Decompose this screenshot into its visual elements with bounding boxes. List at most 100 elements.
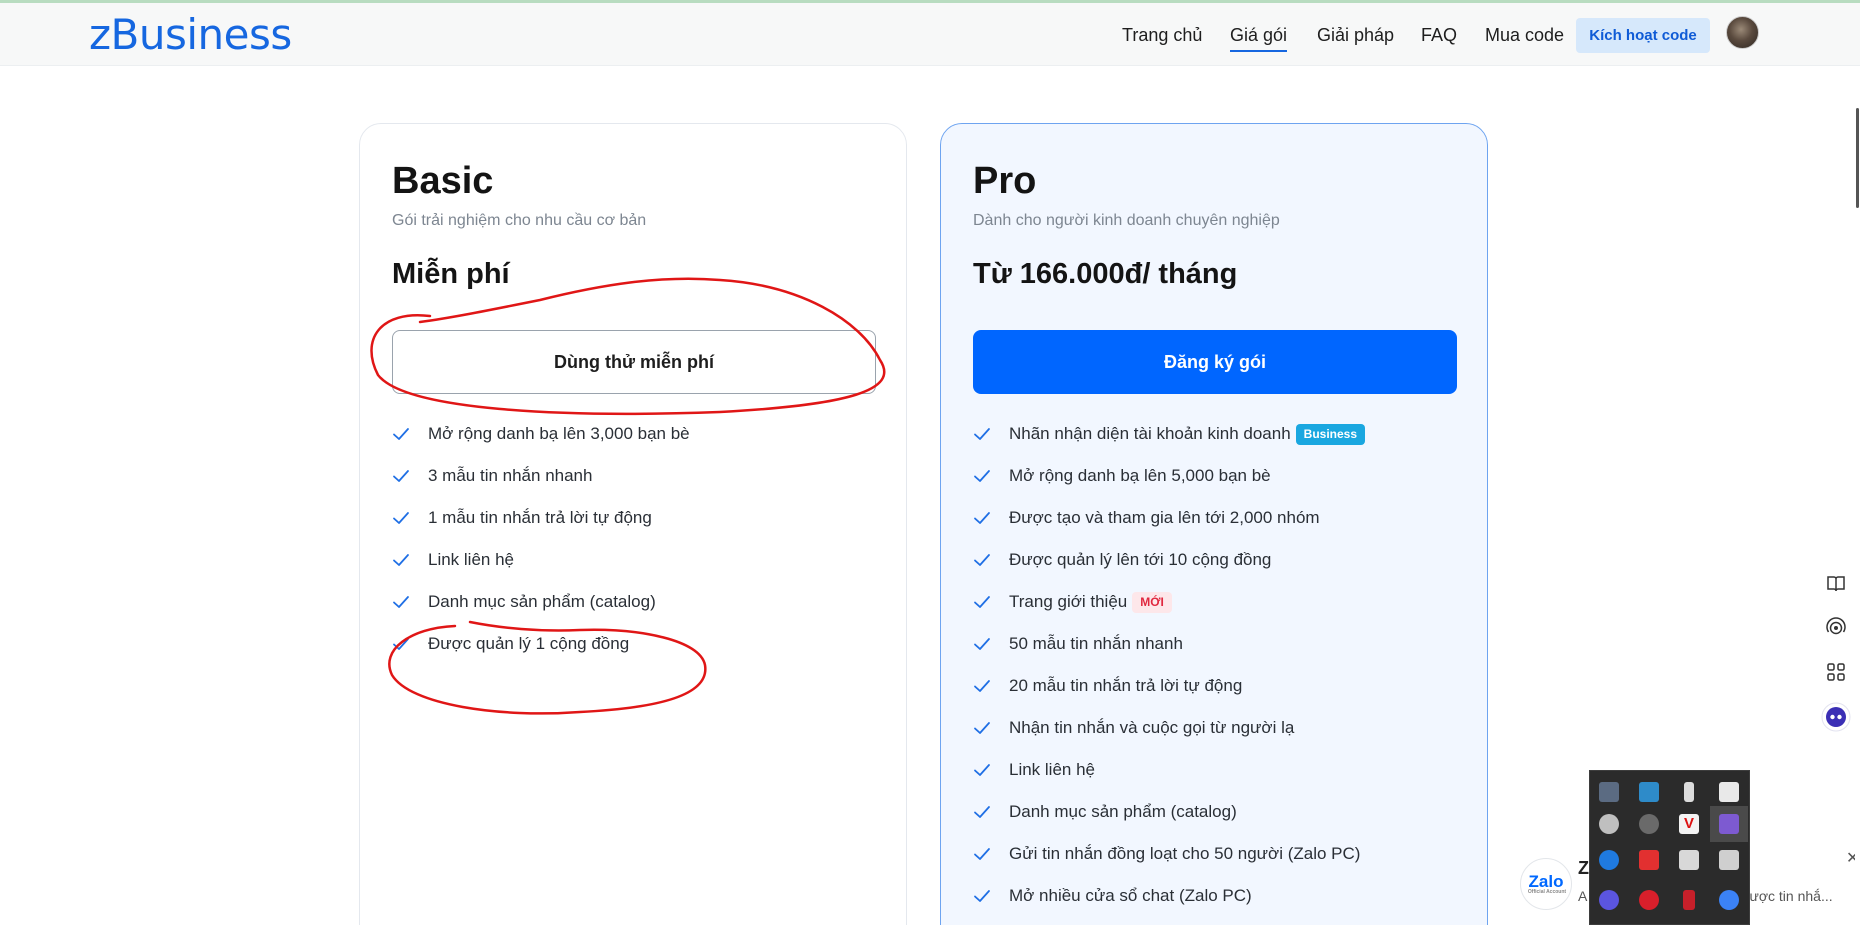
activate-code-button[interactable]: Kích hoạt code: [1576, 18, 1710, 53]
list-item: Mở rộng danh bạ lên 5,000 bạn bè: [973, 466, 1365, 508]
list-item: Mở nhiều cửa sổ chat (Zalo PC): [973, 886, 1365, 925]
check-icon: [973, 508, 1009, 528]
monitor-icon[interactable]: [1599, 782, 1619, 802]
avatar[interactable]: [1726, 16, 1759, 49]
feature-label: 20 mẫu tin nhắn trả lời tự động: [1009, 676, 1243, 695]
check-icon: [973, 634, 1009, 654]
pen-icon[interactable]: [1599, 814, 1619, 834]
feature-label: Trang giới thiệu: [1009, 592, 1128, 611]
feature-label: Nhận tin nhắn và cuộc gọi từ người lạ: [1009, 718, 1295, 737]
box-icon[interactable]: [1719, 850, 1739, 870]
plan-price: Từ 166.000đ/ tháng: [973, 258, 1238, 290]
feature-label: Danh mục sản phẩm (catalog): [428, 592, 656, 611]
feature-label: Mở rộng danh bạ lên 3,000 bạn bè: [428, 424, 690, 443]
check-icon: [973, 886, 1009, 906]
nav-buy-code[interactable]: Mua code: [1485, 25, 1564, 46]
list-item: Được quản lý lên tới 10 cộng đồng: [973, 550, 1365, 592]
plan-title: Pro: [973, 160, 1037, 202]
check-icon: [392, 508, 428, 528]
list-item: 3 mẫu tin nhắn nhanh: [392, 466, 690, 508]
grid-icon[interactable]: [1824, 660, 1848, 684]
list-item: Nhận tin nhắn và cuộc gọi từ người lạ: [973, 718, 1365, 760]
nav-faq[interactable]: FAQ: [1421, 25, 1457, 46]
site-logo[interactable]: zBusiness: [89, 10, 292, 59]
scrollbar-thumb[interactable]: [1856, 108, 1859, 208]
plan-title: Basic: [392, 160, 494, 202]
feature-label: Link liên hệ: [1009, 760, 1096, 779]
check-icon: [392, 466, 428, 486]
check-icon: [973, 550, 1009, 570]
feature-list: Mở rộng danh bạ lên 3,000 bạn bè 3 mẫu t…: [392, 424, 690, 676]
check-icon: [973, 466, 1009, 486]
check-icon: [973, 718, 1009, 738]
list-item: Nhãn nhận diện tài khoản kinh doanh Busin…: [973, 424, 1366, 466]
book-icon[interactable]: [1824, 572, 1848, 596]
list-item: Được quản lý 1 cộng đồng: [392, 634, 690, 676]
check-icon: [392, 424, 428, 444]
usb-icon[interactable]: [1684, 782, 1694, 802]
list-item: Trang giới thiệu MỚI: [973, 592, 1365, 634]
broadcast-icon[interactable]: [1824, 616, 1848, 640]
nav-pricing[interactable]: Giá gói: [1230, 25, 1288, 52]
list-item: Danh mục sản phẩm (catalog): [973, 802, 1365, 844]
list-item: Danh mục sản phẩm (catalog): [392, 592, 690, 634]
record-icon[interactable]: [1639, 850, 1659, 870]
app-blue-icon[interactable]: [1599, 850, 1619, 870]
list-item: Gửi tin nhắn đồng loạt cho 50 người (Zal…: [973, 844, 1365, 886]
cloud-off-icon[interactable]: [1639, 814, 1659, 834]
feature-label: Nhãn nhận diện tài khoản kinh doanh: [1009, 424, 1291, 443]
plan-subtitle: Dành cho người kinh doanh chuyên nghiệp: [973, 212, 1280, 229]
feature-label: 3 mẫu tin nhắn nhanh: [428, 466, 593, 485]
check-icon: [392, 634, 428, 654]
list-item: 1 mẫu tin nhắn trả lời tự động: [392, 508, 690, 550]
feature-list: Nhãn nhận diện tài khoản kinh doanh Busin…: [973, 424, 1366, 925]
feature-label: Được quản lý 1 cộng đồng: [428, 634, 630, 653]
chat-red-icon[interactable]: [1639, 890, 1659, 910]
feature-label: 50 mẫu tin nhắn nhanh: [1009, 634, 1183, 653]
feature-label: Được tạo và tham gia lên tới 2,000 nhóm: [1009, 508, 1320, 527]
gear-purple-icon[interactable]: [1599, 890, 1619, 910]
check-icon: [392, 592, 428, 612]
feature-label: Được quản lý lên tới 10 cộng đồng: [1009, 550, 1272, 569]
list-item: Được tạo và tham gia lên tới 2,000 nhóm: [973, 508, 1365, 550]
nav-solutions[interactable]: Giải pháp: [1317, 25, 1394, 46]
subscribe-button[interactable]: Đăng ký gói: [973, 330, 1457, 394]
plan-card-basic: Basic Gói trải nghiệm cho nhu cầu cơ bản…: [359, 123, 907, 925]
check-icon: [973, 760, 1009, 780]
plan-price: Miễn phí: [392, 258, 510, 290]
shield-icon[interactable]: [1719, 782, 1739, 802]
feature-label: Mở nhiều cửa sổ chat (Zalo PC): [1009, 886, 1252, 905]
check-icon: [973, 592, 1009, 612]
nav-home[interactable]: Trang chủ: [1122, 25, 1202, 46]
v-icon[interactable]: V: [1679, 814, 1699, 834]
messenger-icon[interactable]: [1719, 890, 1739, 910]
plan-subtitle: Gói trải nghiệm cho nhu cầu cơ bản: [392, 212, 647, 229]
plan-card-pro: Pro Dành cho người kinh doanh chuyên ngh…: [940, 123, 1488, 925]
list-item: Link liên hệ: [392, 550, 690, 592]
list-item: Mở rộng danh bạ lên 3,000 bạn bè: [392, 424, 690, 466]
zalo-logo-subtext: Official Account: [1527, 889, 1567, 895]
annotation-overlay: [370, 277, 886, 715]
notification-title: Z: [1578, 858, 1589, 878]
webcam-icon[interactable]: [1679, 850, 1699, 870]
feature-label: Danh mục sản phẩm (catalog): [1009, 802, 1237, 821]
check-icon: [392, 550, 428, 570]
mic-red-icon[interactable]: [1683, 890, 1695, 910]
feature-label: Mở rộng danh bạ lên 5,000 bạn bè: [1009, 466, 1271, 485]
network-icon[interactable]: [1639, 782, 1659, 802]
bot-icon[interactable]: [1821, 702, 1851, 732]
check-icon: [973, 802, 1009, 822]
list-item: Link liên hệ: [973, 760, 1365, 802]
business-badge: Business: [1295, 424, 1366, 445]
check-icon: [973, 424, 1009, 444]
notification-message-start: A: [1578, 888, 1588, 904]
zalo-logo: Zalo Official Account: [1520, 858, 1572, 910]
list-item: 20 mẫu tin nhắn trả lời tự động: [973, 676, 1365, 718]
system-tray-overflow: V: [1589, 770, 1750, 925]
feature-label: Link liên hệ: [428, 550, 515, 569]
feather-icon[interactable]: [1719, 814, 1739, 834]
free-trial-button[interactable]: Dùng thử miễn phí: [392, 330, 876, 394]
site-header: zBusiness Trang chủ Giá gói Giải pháp FA…: [0, 3, 1860, 66]
feature-label: 1 mẫu tin nhắn trả lời tự động: [428, 508, 652, 527]
feature-label: Gửi tin nhắn đồng loạt cho 50 người (Zal…: [1009, 844, 1361, 863]
